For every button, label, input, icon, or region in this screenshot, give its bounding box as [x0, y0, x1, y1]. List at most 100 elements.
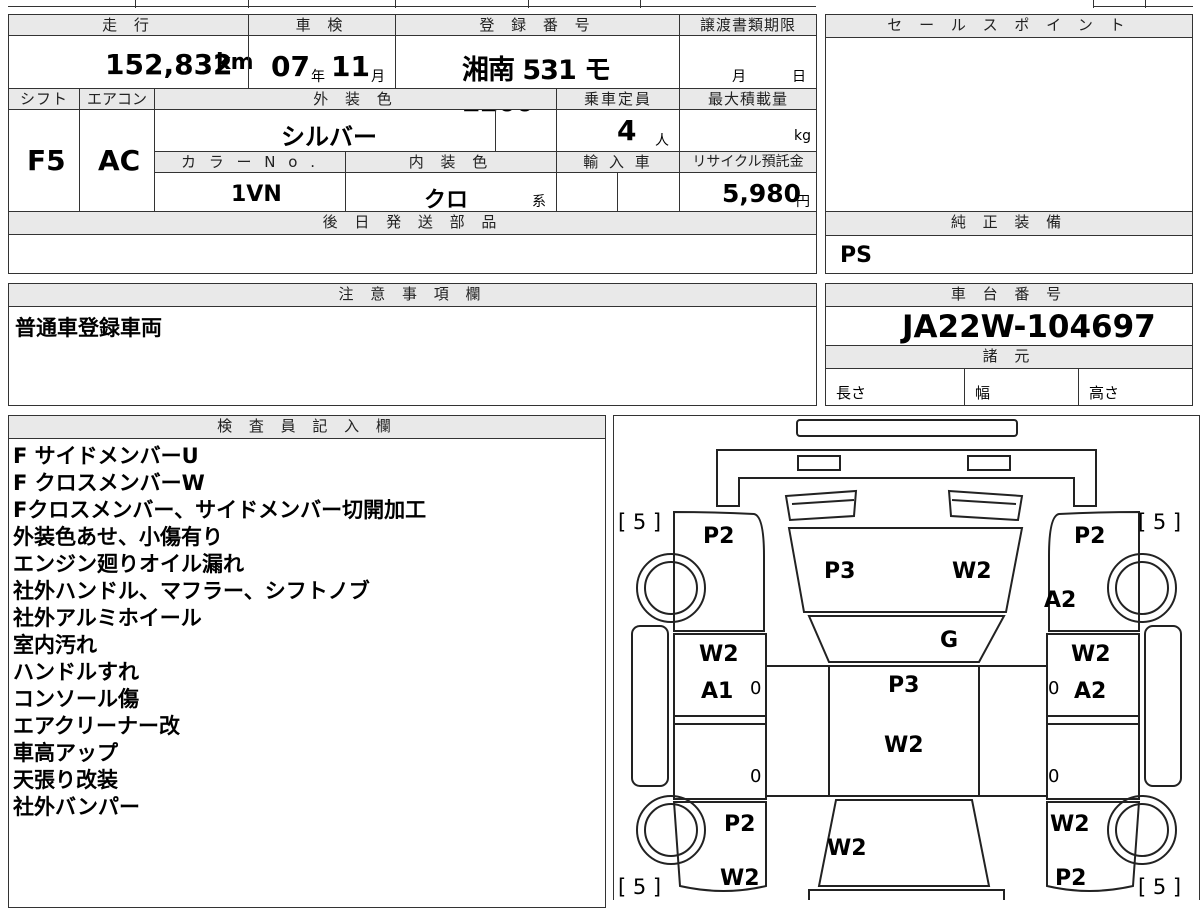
header-aircon: エアコン: [79, 88, 155, 110]
shift-cell: F5: [8, 109, 80, 212]
door-fr-label-1: W2: [1071, 642, 1111, 667]
windshield-label: G: [940, 628, 959, 653]
genuine-equipment-cell: PS: [825, 235, 1193, 274]
exterior-color-cell: シルバー: [154, 109, 496, 152]
mileage-value: 152,832: [105, 48, 233, 81]
recycle-value: 5,980: [722, 179, 802, 208]
mark-r2: 0: [1048, 766, 1060, 787]
header-mileage: 走 行: [8, 14, 249, 36]
header-max-load: 最大積載量: [679, 88, 817, 110]
note-line: 社外バンパー: [13, 795, 141, 819]
tire-rl-label: [ 5 ]: [618, 875, 662, 899]
later-parts-cell: [8, 234, 817, 274]
interior-color-cell: クロ 系: [345, 172, 557, 213]
note-line: 社外アルミホイール: [13, 606, 202, 630]
capacity-cell: 4 人: [556, 109, 680, 152]
note-line: F サイドメンバーU: [13, 444, 199, 468]
docs-month-unit: 月: [732, 69, 746, 85]
inspection-month: 11: [331, 50, 370, 83]
note-line: コンソール傷: [13, 687, 139, 711]
hood-label-1: P3: [824, 559, 856, 584]
year-unit: 年: [311, 69, 325, 85]
spec-height-cell: 高さ: [1078, 368, 1193, 406]
note-line: 社外ハンドル、マフラー、シフトノブ: [13, 579, 370, 603]
tire-rr-label: [ 5 ]: [1138, 875, 1182, 899]
header-color-no: カ ラ ー N o .: [154, 151, 346, 173]
header-genuine-equipment: 純 正 装 備: [825, 211, 1193, 236]
note-line: エンジン廻りオイル漏れ: [13, 552, 244, 576]
note-line: F クロスメンバーW: [13, 471, 205, 495]
header-later-parts: 後 日 発 送 部 品: [8, 211, 817, 235]
door-fl-label-2: A1: [701, 679, 734, 704]
note-line: 室内汚れ: [13, 633, 97, 657]
chassis-no-value: JA22W-104697: [902, 309, 1156, 345]
docs-day-unit: 日: [792, 69, 806, 85]
inspection-cell: 07 年 11 月: [248, 35, 396, 89]
quarter-rl-label-1: P2: [724, 812, 756, 837]
rear-label: W2: [827, 836, 867, 861]
color-no-cell: 1VN: [154, 172, 346, 212]
caution-cell: 普通車登録車両: [8, 306, 817, 406]
inspector-notes-cell: F サイドメンバーU F クロスメンバーW Fクロスメンバー、サイドメンバー切開…: [8, 438, 606, 908]
quarter-rl-label-2: W2: [720, 866, 760, 891]
mark-l1: 0: [750, 678, 762, 699]
chassis-no-cell: JA22W-104697: [825, 306, 1193, 346]
sales-point-cell: [825, 37, 1193, 212]
door-fl-label-1: W2: [699, 642, 739, 667]
header-sales-point: セ ー ル ス ポ イ ン ト: [825, 14, 1193, 38]
header-interior-color: 内 装 色: [345, 151, 557, 173]
header-inspector: 検 査 員 記 入 欄: [8, 415, 606, 439]
header-registration: 登 録 番 号: [395, 14, 680, 36]
quarter-rr-label-2: P2: [1055, 866, 1087, 891]
capacity-value: 4: [617, 114, 637, 147]
recycle-cell: 5,980 円: [679, 172, 817, 212]
aircon-cell: AC: [79, 109, 155, 212]
recycle-unit: 円: [796, 194, 810, 210]
month-unit: 月: [371, 69, 385, 85]
hood-label-2: W2: [952, 559, 992, 584]
header-inspection: 車 検: [248, 14, 396, 36]
inspection-year: 07: [271, 50, 310, 83]
tire-fr-label: [ 5 ]: [1138, 510, 1182, 534]
interior-color-value: クロ: [424, 188, 469, 213]
note-line: Fクロスメンバー、サイドメンバー切開加工: [13, 498, 427, 522]
header-recycle: リサイクル預託金: [679, 151, 817, 173]
note-line: エアクリーナー改: [13, 714, 180, 738]
note-line: 外装色あせ、小傷有り: [13, 525, 223, 549]
roof-label-2: W2: [884, 733, 924, 758]
header-import: 輸 入 車: [556, 151, 680, 173]
docs-deadline-cell: 月 日: [679, 35, 817, 89]
car-diagram: [ 5 ] [ 5 ] [ 5 ] [ 5 ] P2 P2 A2 P3 W2 G…: [613, 415, 1200, 900]
quarter-rr-label-1: W2: [1050, 812, 1090, 837]
max-load-cell: kg: [679, 109, 817, 152]
spec-length-cell: 長さ: [825, 368, 965, 406]
load-unit: kg: [794, 128, 811, 144]
header-chassis-no: 車 台 番 号: [825, 283, 1193, 307]
caution-text: 普通車登録車両: [15, 316, 162, 340]
interior-suffix: 系: [532, 194, 546, 210]
color-no-value: 1VN: [231, 182, 282, 207]
note-line: 車高アップ: [13, 741, 118, 765]
roof-label-1: P3: [888, 673, 920, 698]
door-fr-label-2: A2: [1074, 679, 1107, 704]
fender-fr-label-2: A2: [1044, 588, 1077, 613]
spec-length-label: 長さ: [836, 384, 867, 402]
inspector-notes-list: F サイドメンバーU F クロスメンバーW Fクロスメンバー、サイドメンバー切開…: [13, 443, 426, 821]
mark-r1: 0: [1048, 678, 1060, 699]
spec-width-cell: 幅: [964, 368, 1079, 406]
top-fragment-row: [0, 0, 1200, 8]
tire-fl-label: [ 5 ]: [618, 510, 662, 534]
header-exterior-color: 外 装 色: [154, 88, 557, 110]
header-docs-deadline: 譲渡書類期限: [679, 14, 817, 36]
genuine-equipment-value: PS: [840, 243, 872, 268]
exterior-color-sub-cell: [495, 109, 557, 152]
registration-cell: 湘南 531 モ 2200: [395, 35, 680, 118]
note-line: ハンドルすれ: [13, 660, 139, 684]
exterior-color-value: シルバー: [281, 123, 377, 151]
fender-fl-label: P2: [703, 524, 735, 549]
header-specs: 諸 元: [825, 345, 1193, 369]
import-cell-b: [617, 172, 680, 212]
import-cell-a: [556, 172, 618, 212]
mileage-cell: 152,832 km: [8, 35, 254, 89]
spec-width-label: 幅: [975, 384, 991, 402]
